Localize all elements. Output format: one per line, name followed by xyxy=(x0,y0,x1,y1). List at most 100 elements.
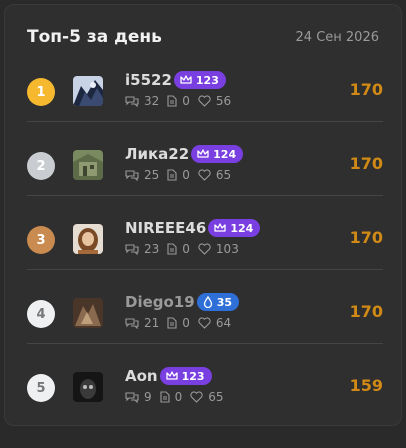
avatar[interactable] xyxy=(73,224,103,254)
heart-icon xyxy=(190,391,203,403)
comments-icon xyxy=(125,244,139,255)
score: 159 xyxy=(349,376,383,395)
score: 170 xyxy=(349,302,383,321)
document-icon xyxy=(167,169,177,181)
user-stats: 25 0 65 xyxy=(125,167,239,183)
avatar-image xyxy=(73,298,103,328)
user-stats: 21 0 64 xyxy=(125,315,239,331)
posts-stat: 0 xyxy=(160,390,183,404)
avatar[interactable] xyxy=(73,298,103,328)
avatar-image xyxy=(73,224,103,254)
divider xyxy=(27,195,383,196)
comments-count: 23 xyxy=(144,242,160,256)
panel-header: Топ-5 за день 24 Сен 2026 xyxy=(27,24,379,50)
level-badge: 35 xyxy=(196,293,239,311)
comments-count: 32 xyxy=(144,94,160,108)
comments-icon xyxy=(125,318,139,329)
level-badge: 124 xyxy=(208,219,261,237)
score: 170 xyxy=(349,154,383,173)
level-value: 123 xyxy=(195,73,219,87)
level-badge: 123 xyxy=(173,71,226,89)
username[interactable]: Aon xyxy=(125,367,158,385)
comments-icon xyxy=(125,392,139,403)
level-value: 124 xyxy=(230,221,254,235)
score: 170 xyxy=(349,228,383,247)
comments-stat: 9 xyxy=(125,390,152,404)
avatar[interactable] xyxy=(73,372,103,402)
crown-icon xyxy=(165,371,178,380)
leaderboard-row[interactable]: 2 Лика22 124 25 0 65 170 xyxy=(27,145,383,226)
avatar[interactable] xyxy=(73,150,103,180)
leaderboard-row[interactable]: 4 Diego19 35 21 0 64 170 xyxy=(27,293,383,374)
document-icon xyxy=(167,243,177,255)
avatar[interactable] xyxy=(73,76,103,106)
username[interactable]: Лика22 xyxy=(125,145,189,163)
posts-count: 0 xyxy=(174,390,183,404)
name-line: Diego19 35 xyxy=(125,292,239,312)
divider xyxy=(27,269,383,270)
panel-date: 24 Сен 2026 xyxy=(295,29,379,45)
name-line: Лика22 124 xyxy=(125,144,244,164)
comments-count: 9 xyxy=(144,390,152,404)
comments-stat: 23 xyxy=(125,242,159,256)
divider xyxy=(27,343,383,344)
posts-stat: 0 xyxy=(167,316,190,330)
level-value: 35 xyxy=(216,295,232,309)
heart-icon xyxy=(198,95,211,107)
username[interactable]: NIREEE46 xyxy=(125,219,206,237)
level-value: 124 xyxy=(213,147,237,161)
heart-icon xyxy=(198,243,211,255)
heart-icon xyxy=(198,317,211,329)
heart-icon xyxy=(198,169,211,181)
likes-count: 56 xyxy=(215,94,232,108)
level-value: 123 xyxy=(181,369,205,383)
posts-count: 0 xyxy=(182,94,190,108)
avatar-image xyxy=(73,76,103,106)
likes-stat: 65 xyxy=(198,168,231,182)
likes-count: 65 xyxy=(215,168,232,182)
document-icon xyxy=(160,391,170,403)
likes-stat: 64 xyxy=(198,316,231,330)
leaderboard-row[interactable]: 3 NIREEE46 124 23 0 103 170 xyxy=(27,219,383,300)
likes-stat: 103 xyxy=(198,242,239,256)
likes-count: 65 xyxy=(208,390,224,404)
posts-stat: 0 xyxy=(167,168,190,182)
document-icon xyxy=(167,317,177,329)
comments-stat: 32 xyxy=(125,94,159,108)
posts-count: 0 xyxy=(182,168,190,182)
username[interactable]: i5522 xyxy=(125,71,172,89)
posts-count: 0 xyxy=(182,316,190,330)
document-icon xyxy=(167,95,177,107)
user-stats: 23 0 103 xyxy=(125,241,247,257)
name-line: NIREEE46 124 xyxy=(125,218,261,238)
leaderboard-row[interactable]: 1 i5522 123 32 0 56 170 xyxy=(27,71,383,152)
posts-stat: 0 xyxy=(167,94,190,108)
user-stats: 9 0 65 xyxy=(125,389,232,405)
likes-count: 64 xyxy=(215,316,232,330)
crown-icon xyxy=(197,149,209,158)
name-line: Aon 123 xyxy=(125,366,212,386)
crown-icon xyxy=(214,223,226,232)
level-badge: 124 xyxy=(191,145,244,163)
rank-badge-gold: 1 xyxy=(27,78,55,106)
rank-badge-plain: 5 xyxy=(27,374,55,402)
avatar-image xyxy=(73,372,103,402)
posts-stat: 0 xyxy=(167,242,190,256)
drop-icon xyxy=(203,296,212,308)
likes-count: 103 xyxy=(215,242,239,256)
score: 170 xyxy=(349,80,383,99)
likes-stat: 65 xyxy=(190,390,224,404)
comments-stat: 25 xyxy=(125,168,159,182)
posts-count: 0 xyxy=(182,242,190,256)
avatar-image xyxy=(73,150,103,180)
comments-count: 25 xyxy=(144,168,160,182)
username[interactable]: Diego19 xyxy=(125,293,195,311)
comments-icon xyxy=(125,96,139,107)
name-line: i5522 123 xyxy=(125,70,226,90)
comments-stat: 21 xyxy=(125,316,159,330)
divider xyxy=(27,121,383,122)
leaderboard-row[interactable]: 5 Aon 123 9 0 65 159 xyxy=(27,367,383,448)
rank-badge-bronze: 3 xyxy=(27,226,55,254)
rank-badge-silver: 2 xyxy=(27,152,55,180)
panel-title: Топ-5 за день xyxy=(27,27,162,47)
